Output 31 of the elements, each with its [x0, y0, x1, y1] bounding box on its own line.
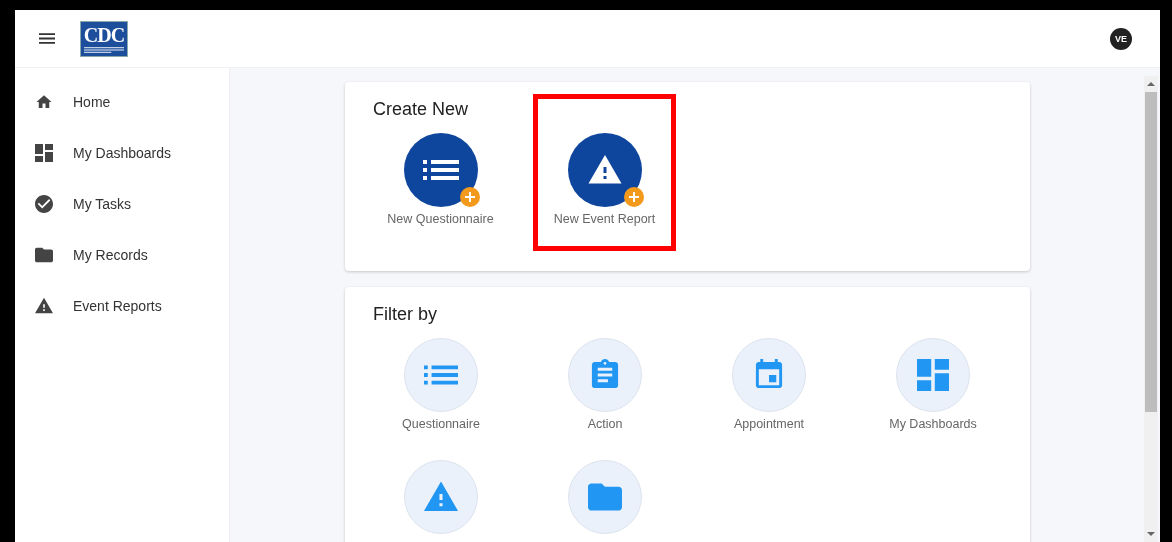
- sidebar-item[interactable]: My Records: [15, 229, 229, 280]
- filter-label: Action: [587, 416, 623, 432]
- sidebar-item[interactable]: My Dashboards: [15, 127, 229, 178]
- dashboard-icon: [35, 143, 53, 162]
- card-title: Create New: [373, 98, 470, 120]
- warning-icon: [424, 481, 458, 513]
- create-item-button[interactable]: New Questionnaire: [369, 120, 512, 251]
- logo-lines-drawing: [84, 46, 124, 53]
- plus-badge-icon: [623, 187, 644, 207]
- warning-icon: [35, 296, 53, 315]
- logo-text: CDC: [83, 24, 125, 45]
- scroll-down-icon[interactable]: [1147, 532, 1155, 536]
- cdc-logo[interactable]: CDC: [80, 20, 128, 57]
- sidebar-item[interactable]: My Tasks: [15, 178, 229, 229]
- scroll-up-icon[interactable]: [1147, 82, 1155, 86]
- menu-icon[interactable]: [39, 33, 55, 44]
- folder-icon: [588, 481, 622, 513]
- plus-badge-icon: [459, 187, 480, 207]
- scrollbar-thumb[interactable]: [1145, 92, 1157, 412]
- card-title: Filter by: [373, 303, 438, 325]
- user-avatar[interactable]: VE: [1110, 27, 1132, 50]
- scrollbar[interactable]: [1144, 76, 1158, 542]
- warning-icon: [586, 155, 623, 185]
- filter-label: Questionnaire: [402, 416, 480, 432]
- folder-icon: [35, 245, 53, 264]
- dashboard-icon: [916, 359, 950, 391]
- sidebar-item[interactable]: Event Reports: [15, 280, 229, 331]
- sidebar-item[interactable]: Home: [15, 76, 229, 127]
- create-item-button[interactable]: New Event Report: [533, 94, 676, 251]
- filter-label: Appointment: [733, 416, 805, 432]
- filter-label: My Dashboards: [889, 416, 977, 432]
